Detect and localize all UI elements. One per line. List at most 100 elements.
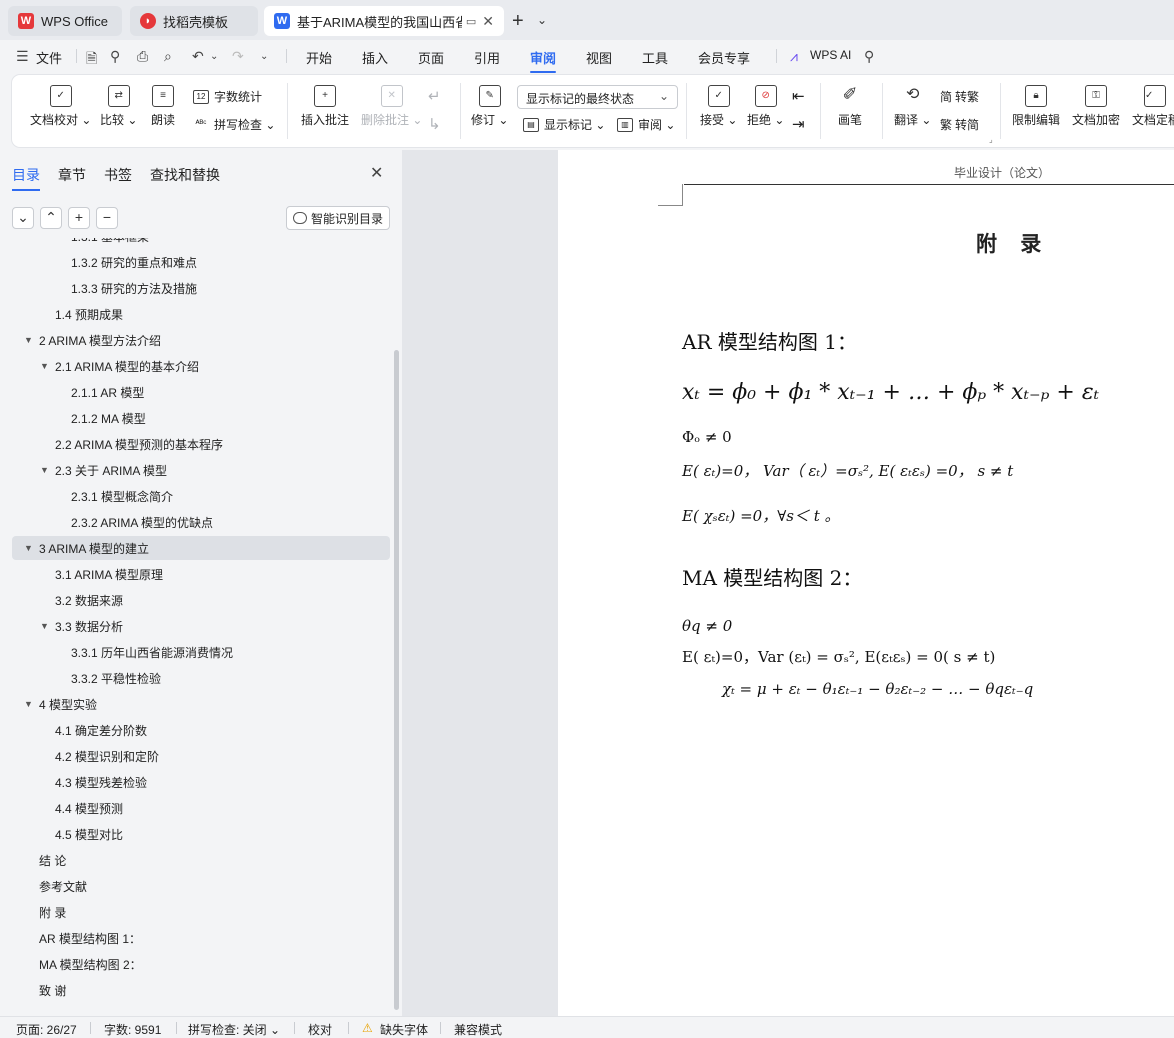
spell-check-status[interactable]: 拼写检查: 关闭 ⌄ — [188, 1021, 280, 1038]
encrypt-button[interactable]: ⚿ 文档加密 — [1072, 85, 1120, 128]
insert-comment-button[interactable]: + 插入批注 — [301, 85, 349, 128]
menu-home[interactable]: 开始 — [306, 48, 332, 67]
new-tab-plus-icon[interactable]: + — [512, 10, 524, 33]
expand-arrow-icon[interactable]: ▼ — [40, 465, 49, 475]
menu-membership[interactable]: 会员专享 — [698, 48, 750, 67]
menu-tools[interactable]: 工具 — [642, 48, 668, 67]
word-count-status[interactable]: 字数: 9591 — [104, 1021, 161, 1038]
search-icon[interactable]: ⚲ — [864, 48, 874, 65]
toc-item[interactable]: 1.3.3 研究的方法及措施 — [12, 276, 390, 300]
expand-arrow-icon[interactable]: ▼ — [40, 361, 49, 371]
toc-item[interactable]: 4.2 模型识别和定阶 — [12, 744, 390, 768]
toc-item[interactable]: 4.3 模型残差检验 — [12, 770, 390, 794]
toc-scrollbar[interactable] — [394, 350, 399, 1010]
markup-state-select[interactable]: 显示标记的最终状态 ⌄ — [517, 85, 678, 109]
toc-item[interactable]: 附 录 — [12, 900, 390, 924]
pen-button[interactable]: ✐ 画笔 — [838, 85, 862, 128]
toc-item[interactable]: MA 模型结构图 2： — [12, 952, 390, 976]
toc-item[interactable]: 2.2 ARIMA 模型预测的基本程序 — [12, 432, 390, 456]
toc-item[interactable]: 2.1.1 AR 模型 — [12, 380, 390, 404]
page-indicator[interactable]: 页面: 26/27 — [16, 1021, 77, 1038]
tab-toc[interactable]: 目录 — [12, 165, 40, 191]
menu-review[interactable]: 审阅 — [530, 48, 557, 73]
tab-chapters[interactable]: 章节 — [58, 165, 86, 185]
previous-comment-icon[interactable]: ↵ — [428, 87, 441, 105]
next-change-icon[interactable]: ⇥ — [792, 115, 805, 133]
tab-document[interactable]: W 基于ARIMA模型的我国山西省 ▭ ✕ — [264, 6, 504, 36]
toc-item[interactable]: 3.3.2 平稳性检验 — [12, 666, 390, 690]
expand-arrow-icon[interactable]: ▼ — [24, 543, 33, 553]
previous-change-icon[interactable]: ⇤ — [792, 87, 805, 105]
tab-bookmarks[interactable]: 书签 — [104, 165, 132, 185]
toc-item[interactable]: 1.3.1 基本框架 — [12, 238, 390, 248]
close-pane-icon[interactable]: ✕ — [370, 163, 383, 183]
toc-item[interactable]: 2.3.2 ARIMA 模型的优缺点 — [12, 510, 390, 534]
toc-item[interactable]: 1.3.2 研究的重点和难点 — [12, 250, 390, 274]
restrict-edit-button[interactable]: 🔒︎ 限制编辑 — [1012, 85, 1060, 128]
hamburger-menu-icon[interactable]: ☰ — [16, 48, 29, 65]
menu-view[interactable]: 视图 — [586, 48, 612, 67]
toc-item[interactable]: 结 论 — [12, 848, 390, 872]
print-icon[interactable]: ⎙ — [137, 48, 148, 65]
spell-check-button[interactable]: ᴬᴮᶜ 拼写检查 ⌄ — [193, 116, 276, 133]
menu-file[interactable]: 文件 — [36, 48, 62, 67]
menu-wps-ai[interactable]: WPS AI — [810, 48, 851, 62]
smart-toc-button[interactable]: 智能识别目录 — [286, 206, 390, 230]
toc-item[interactable]: 4.4 模型预测 — [12, 796, 390, 820]
toc-item[interactable]: ▼ 4 模型实验 — [12, 692, 390, 716]
wps-ai-icon[interactable]: ⩘ — [790, 48, 798, 65]
toc-item[interactable]: ▼ 2 ARIMA 模型方法介绍 — [12, 328, 390, 352]
chevron-down-icon[interactable]: ⌄ — [260, 51, 268, 62]
next-comment-icon[interactable]: ↳ — [428, 115, 441, 133]
menu-insert[interactable]: 插入 — [362, 48, 388, 67]
compare-button[interactable]: ⇄ 比较 ⌄ — [100, 85, 137, 128]
toc-item[interactable]: 致 谢 — [12, 978, 390, 1002]
redo-icon[interactable]: ↷ — [232, 48, 244, 65]
doc-check-button[interactable]: ✓ 文档校对 ⌄ — [30, 85, 91, 128]
proof-status[interactable]: 校对 — [308, 1021, 332, 1038]
expand-arrow-icon[interactable]: ▼ — [24, 699, 33, 709]
remove-heading-button[interactable]: − — [96, 207, 118, 229]
revise-button[interactable]: ✎ 修订 ⌄ — [471, 85, 508, 128]
save-icon[interactable]: 🗎 — [86, 48, 97, 72]
tab-daoke-templates[interactable]: ◗ 找稻壳模板 — [130, 6, 258, 36]
monitor-icon[interactable]: ▭ — [466, 15, 476, 28]
chevron-down-icon[interactable]: ⌄ — [210, 51, 218, 62]
toc-item[interactable]: ▼ 3 ARIMA 模型的建立 — [12, 536, 390, 560]
toc-item[interactable]: AR 模型结构图 1： — [12, 926, 390, 950]
show-markup-button[interactable]: ▤ 显示标记 ⌄ — [523, 116, 605, 133]
doc-finalize-button[interactable]: ✓ 文档定稿 — [1132, 85, 1174, 128]
print-preview-icon[interactable]: ⌕ — [164, 48, 172, 65]
reject-button[interactable]: ⊘ 拒绝 ⌄ — [747, 85, 784, 128]
expand-group-icon[interactable]: ⌟ — [989, 135, 993, 144]
to-traditional-button[interactable]: 简 转繁 — [940, 88, 979, 105]
to-simplified-button[interactable]: 繁 转简 — [940, 116, 979, 133]
toc-item[interactable]: 3.2 数据来源 — [12, 588, 390, 612]
toc-item[interactable]: 1.4 预期成果 — [12, 302, 390, 326]
missing-font-status[interactable]: 缺失字体 — [380, 1021, 428, 1038]
toc-item[interactable]: 4.5 模型对比 — [12, 822, 390, 846]
add-heading-button[interactable]: + — [68, 207, 90, 229]
menu-references[interactable]: 引用 — [474, 48, 500, 67]
expand-up-button[interactable]: ⌃ — [40, 207, 62, 229]
accept-button[interactable]: ✓ 接受 ⌄ — [700, 85, 737, 128]
expand-arrow-icon[interactable]: ▼ — [24, 335, 33, 345]
menu-page[interactable]: 页面 — [418, 48, 444, 67]
toc-item[interactable]: 2.1.2 MA 模型 — [12, 406, 390, 430]
toc-item[interactable]: 2.3.1 模型概念简介 — [12, 484, 390, 508]
word-count-button[interactable]: 12 字数统计 — [193, 88, 262, 105]
chevron-down-icon[interactable]: ⌄ — [537, 13, 547, 27]
read-aloud-button[interactable]: ≡ 朗读 — [151, 85, 175, 128]
tab-find-replace[interactable]: 查找和替换 — [150, 165, 220, 185]
tab-wps-office[interactable]: W WPS Office — [8, 6, 122, 36]
toc-item[interactable]: 3.3.1 历年山西省能源消费情况 — [12, 640, 390, 664]
toc-item[interactable]: 3.1 ARIMA 模型原理 — [12, 562, 390, 586]
close-icon[interactable]: ✕ — [482, 13, 494, 30]
toc-item[interactable]: 4.1 确定差分阶数 — [12, 718, 390, 742]
delete-comment-button[interactable]: ✕ 删除批注 ⌄ — [361, 85, 422, 128]
collapse-all-button[interactable]: ⌄ — [12, 207, 34, 229]
toc-item[interactable]: ▼ 2.3 关于 ARIMA 模型 — [12, 458, 390, 482]
toc-item[interactable]: ▼ 3.3 数据分析 — [12, 614, 390, 638]
translate-button[interactable]: ⟲ 翻译 ⌄ — [894, 85, 931, 128]
review-pane-button[interactable]: ▥ 审阅 ⌄ — [617, 116, 675, 133]
